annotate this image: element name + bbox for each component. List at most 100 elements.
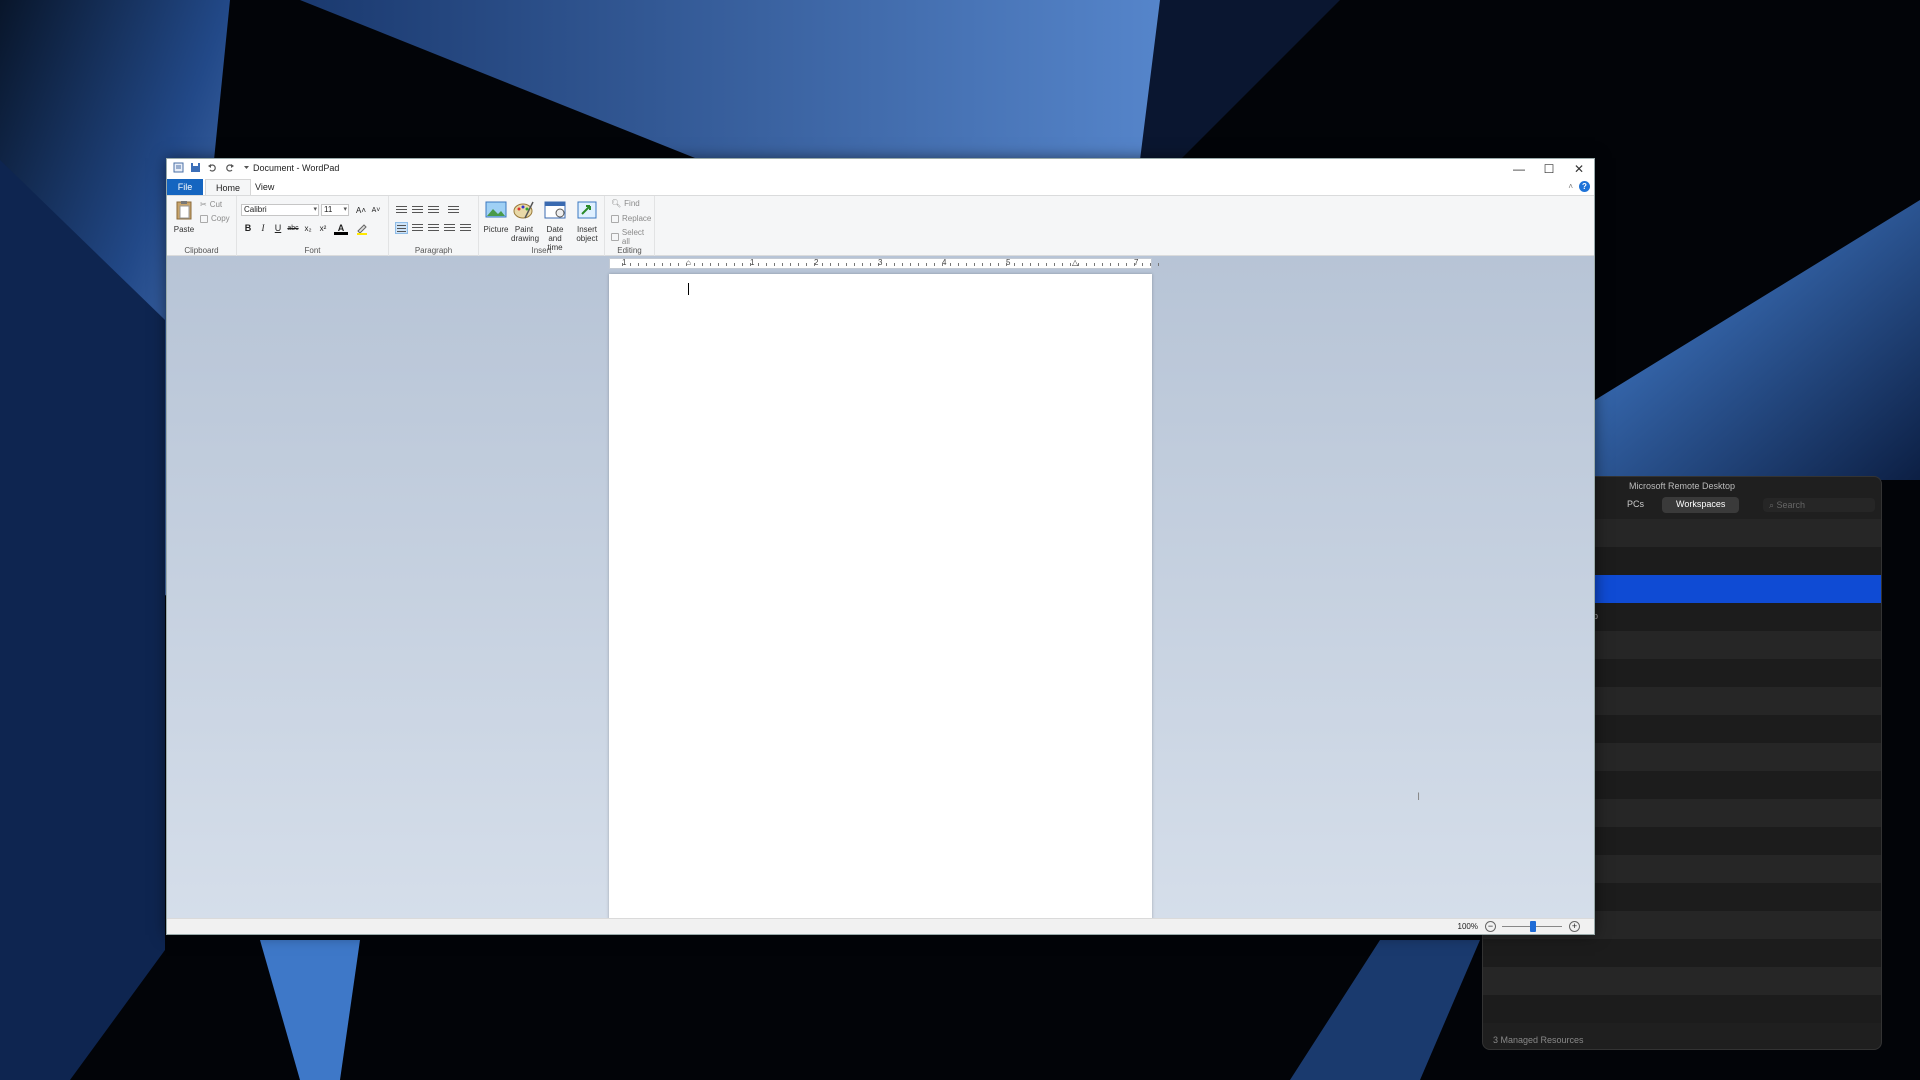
list-item[interactable] [1483,967,1881,995]
select-all-label: Select all [621,228,645,246]
wordpad-app-icon [173,162,184,173]
superscript-button[interactable]: x² [316,222,330,235]
ruler-tick [822,263,823,266]
align-left-icon[interactable] [395,222,408,234]
insert-object-button[interactable]: Insert object [573,200,601,243]
replace-button[interactable]: Replace [611,214,651,223]
paragraph-group-label: Paragraph [414,246,453,255]
tab-workspaces[interactable]: Workspaces [1662,497,1740,513]
justify-icon[interactable] [443,222,456,234]
title-bar[interactable]: Document - WordPad — ☐ ✕ [167,159,1594,179]
ruler-tick [878,263,879,266]
save-icon[interactable] [190,162,201,173]
ruler-tick [718,263,719,266]
zoom-out-button[interactable]: − [1485,921,1496,932]
status-footer: 3 Managed Resources [1493,1035,1584,1045]
undo-icon[interactable] [207,162,218,173]
paragraph-settings-icon[interactable] [459,222,472,234]
underline-button[interactable]: U [271,222,285,235]
ruler-tick [998,263,999,266]
close-button[interactable]: ✕ [1564,159,1594,179]
font-family-select[interactable]: Calibri [241,204,319,216]
cut-button[interactable]: ✂ Cut [200,200,222,209]
list-item[interactable] [1483,939,1881,967]
paragraph-group: Paragraph [389,196,479,256]
ruler-tick [670,263,671,266]
ruler[interactable]: 1 ⌂ 1 2 3 4 5 △ 7 [609,258,1159,269]
ruler-tick [694,263,695,266]
redo-icon[interactable] [224,162,235,173]
window-controls: — ☐ ✕ [1504,159,1594,179]
font-group-label: Font [304,246,321,255]
tab-view[interactable]: View [245,179,284,195]
ruler-tick [1006,263,1007,266]
paint-drawing-button[interactable]: Paint drawing [511,200,539,243]
ruler-tick [854,263,855,266]
tab-file[interactable]: File [167,179,203,195]
insert-picture-button[interactable]: Picture [483,200,509,234]
ruler-tick [798,263,799,266]
tab-pcs[interactable]: PCs [1613,497,1658,513]
ruler-tick [710,263,711,266]
paste-icon [176,201,192,220]
font-size-select[interactable]: 11 [321,204,349,216]
bullet-list-icon[interactable] [427,204,440,216]
replace-icon [611,214,619,223]
ruler-tick [982,263,983,266]
ruler-tick [1022,263,1023,266]
highlight-icon[interactable] [355,222,369,235]
text-color-button[interactable]: A [334,222,348,235]
ruler-tick [1094,263,1095,266]
ruler-tick [1062,263,1063,266]
find-button[interactable]: 🔍︎ Find [611,199,640,208]
help-icon[interactable]: ? [1579,181,1590,192]
strikethrough-button[interactable]: abc [286,222,300,235]
collapse-ribbon-icon[interactable]: ˄ [1568,182,1573,191]
align-right-icon[interactable] [427,222,440,234]
ruler-tick [934,263,935,266]
line-spacing-icon[interactable] [447,204,460,216]
decrease-indent-icon[interactable] [395,204,408,216]
align-center-icon[interactable] [411,222,424,234]
ruler-tick [734,263,735,266]
datetime-label-1: Date and [546,225,564,243]
search-input[interactable]: ⌕ Search [1763,498,1875,512]
italic-button[interactable]: I [256,222,270,235]
zoom-in-button[interactable]: + [1569,921,1580,932]
quick-access-toolbar [173,162,252,173]
ruler-tick [870,263,871,266]
paste-label: Paste [173,225,195,234]
grow-font-button[interactable]: A˄ [354,204,368,217]
window-title: Document - WordPad [253,163,340,173]
remote-desktop-tabs: PCs Workspaces [1613,497,1740,513]
ruler-tick [750,263,751,266]
ruler-tick [1054,263,1055,266]
date-time-button[interactable]: Date and time [539,200,571,252]
shrink-font-button[interactable]: A˅ [369,204,383,217]
subscript-button[interactable]: x₂ [301,222,315,235]
minimize-button[interactable]: — [1504,159,1534,179]
document-page[interactable] [609,274,1152,920]
ruler-tick [1038,263,1039,266]
maximize-button[interactable]: ☐ [1534,159,1564,179]
copy-button[interactable]: Copy [200,214,230,223]
ruler-tick [814,263,815,266]
clipboard-group: Paste ✂ Cut Copy Clipboard [167,196,237,256]
select-all-button[interactable]: Select all [611,228,654,246]
customize-toolbar-icon[interactable] [241,162,252,173]
bold-button[interactable]: B [241,222,255,235]
ruler-tick [918,263,919,266]
status-bar: 100% − + [167,918,1594,934]
ruler-tick [806,263,807,266]
increase-indent-icon[interactable] [411,204,424,216]
list-item[interactable] [1483,995,1881,1023]
ruler-tick [958,263,959,266]
ruler-tick [1150,263,1151,266]
ruler-tick [1102,263,1103,266]
paste-button[interactable]: Paste [172,200,196,234]
ruler-tick [974,263,975,266]
zoom-slider-thumb[interactable] [1530,921,1536,932]
ruler-tick [1078,263,1079,266]
ruler-tick [886,263,887,266]
copy-label: Copy [211,214,230,223]
